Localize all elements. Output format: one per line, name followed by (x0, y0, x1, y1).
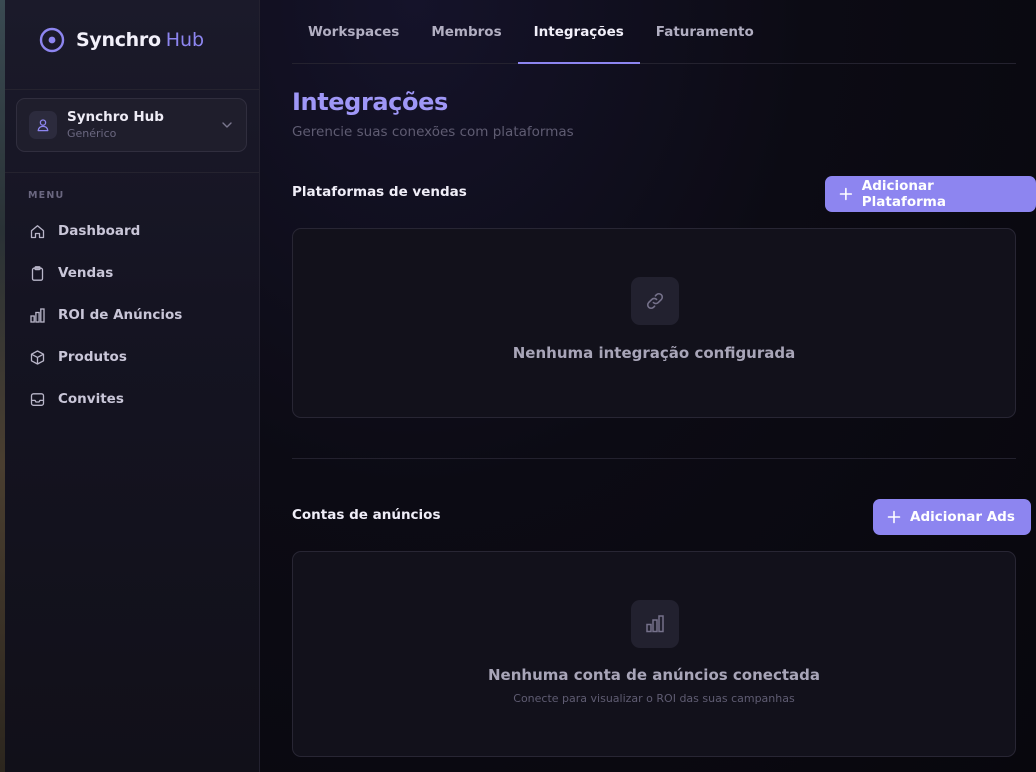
page-title: Integrações (292, 88, 448, 116)
workspace-type: Genérico (67, 127, 117, 140)
add-platform-button[interactable]: Adicionar Plataforma (825, 176, 1036, 212)
add-platform-label: Adicionar Plataforma (861, 178, 946, 210)
sidebar-item-label: Convites (58, 391, 124, 407)
sidebar-divider (5, 172, 259, 173)
app-window: Synchro Hub Synchro Hub Genérico MENU Da… (0, 0, 1036, 772)
add-ads-label: Adicionar Ads (910, 509, 1015, 525)
ad-accounts-empty-state: Nenhuma conta de anúncios conectada Cone… (292, 551, 1016, 757)
sidebar-item-vendas[interactable]: Vendas (5, 252, 260, 294)
plus-icon (887, 510, 901, 524)
box-icon (30, 349, 45, 365)
chevron-down-icon (222, 122, 232, 128)
bar-chart-icon (30, 307, 45, 323)
brand[interactable]: Synchro Hub (38, 25, 204, 55)
empty-icon-box (631, 277, 679, 325)
target-ring-icon (39, 27, 65, 53)
user-icon (37, 119, 49, 132)
main-content: Workspaces Membros Integrações Faturamen… (260, 0, 1036, 772)
sales-platforms-empty-state: Nenhuma integração configurada (292, 228, 1016, 418)
sidebar-item-produtos[interactable]: Produtos (5, 336, 260, 378)
sidebar-item-dashboard[interactable]: Dashboard (5, 210, 260, 252)
tab-bar: Workspaces Membros Integrações Faturamen… (292, 0, 1016, 64)
empty-state-subtitle: Conecte para visualizar o ROI das suas c… (513, 692, 795, 705)
inbox-icon (30, 392, 45, 406)
link-icon (646, 292, 664, 310)
workspace-switcher[interactable]: Synchro Hub Genérico (16, 98, 247, 152)
empty-state-title: Nenhuma integração configurada (512, 344, 796, 362)
bar-chart-icon (646, 615, 664, 633)
section-divider (292, 458, 1016, 459)
brand-suffix: Hub (165, 29, 205, 51)
tab-membros[interactable]: Membros (415, 0, 517, 63)
workspace-avatar (29, 111, 57, 139)
empty-icon-box (631, 600, 679, 648)
sidebar-item-label: Vendas (58, 265, 114, 281)
tab-workspaces[interactable]: Workspaces (292, 0, 415, 63)
workspace-name: Synchro Hub (67, 109, 164, 125)
sales-platforms-title: Plataformas de vendas (292, 184, 467, 200)
page-subtitle: Gerencie suas conexões com plataformas (292, 124, 574, 140)
tab-faturamento[interactable]: Faturamento (640, 0, 770, 63)
brand-name: Synchro (76, 29, 161, 51)
add-ads-button[interactable]: Adicionar Ads (873, 499, 1031, 535)
tab-integracoes[interactable]: Integrações (517, 0, 640, 64)
plus-icon (839, 187, 853, 201)
sidebar: Synchro Hub Synchro Hub Genérico MENU Da… (5, 0, 260, 772)
clipboard-icon (31, 265, 44, 281)
sidebar-item-label: Dashboard (58, 223, 141, 239)
sidebar-nav: Dashboard Vendas ROI de Anúncios Produto… (5, 210, 260, 420)
home-icon (30, 224, 45, 238)
ad-accounts-title: Contas de anúncios (292, 507, 441, 523)
sidebar-item-roi-anuncios[interactable]: ROI de Anúncios (5, 294, 260, 336)
sidebar-item-label: ROI de Anúncios (58, 307, 183, 323)
sidebar-item-label: Produtos (58, 349, 127, 365)
menu-section-label: MENU (28, 190, 65, 201)
sidebar-item-convites[interactable]: Convites (5, 378, 260, 420)
empty-state-title: Nenhuma conta de anúncios conectada (488, 666, 820, 684)
sidebar-divider (5, 89, 259, 90)
